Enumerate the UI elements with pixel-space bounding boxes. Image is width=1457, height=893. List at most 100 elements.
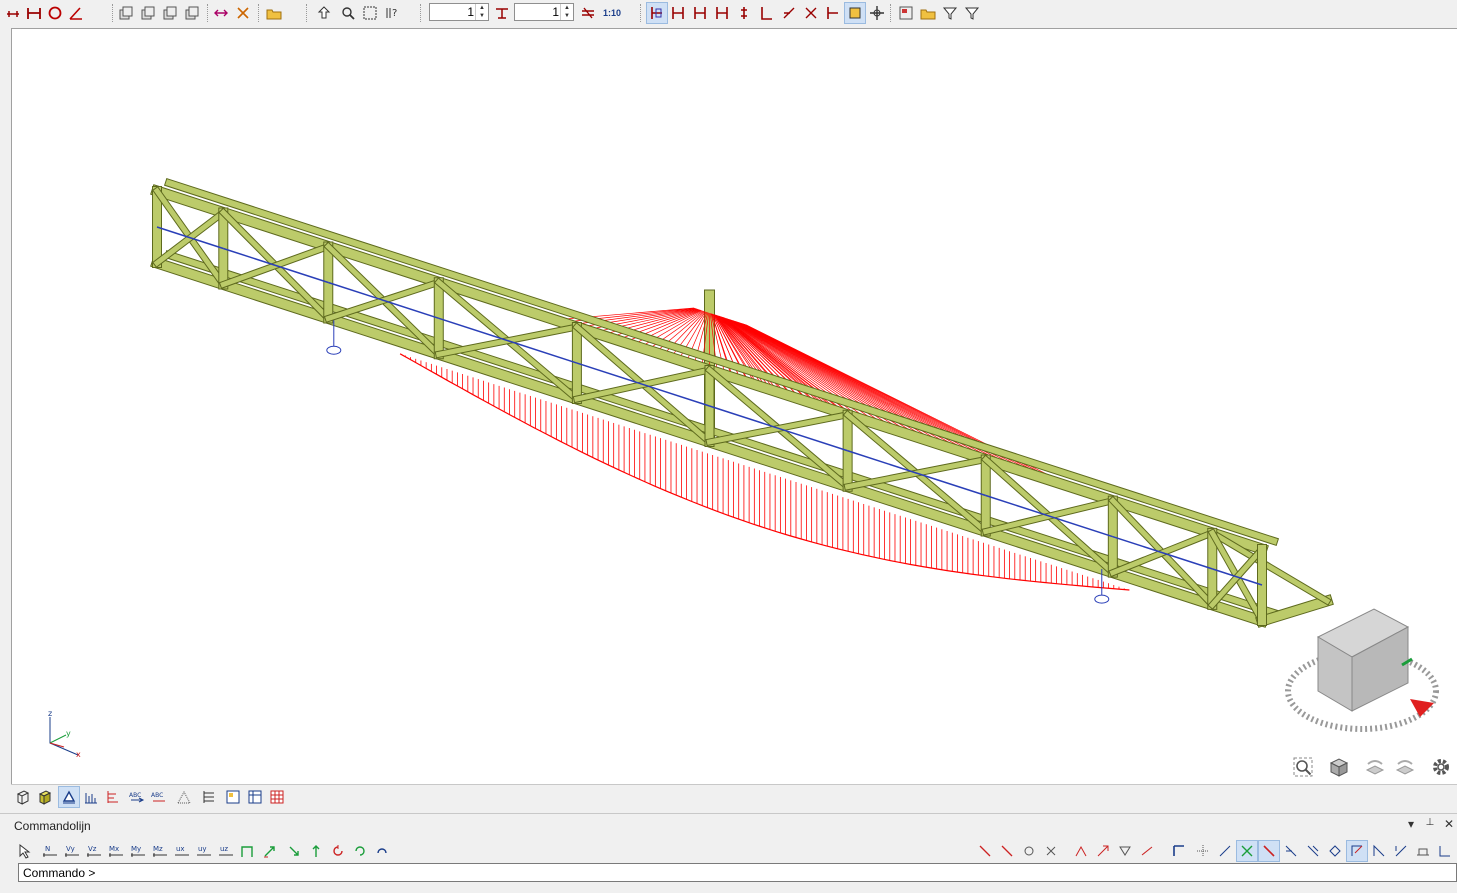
snap-icon[interactable] bbox=[1093, 841, 1113, 861]
command-line[interactable] bbox=[18, 863, 1457, 882]
help-icon[interactable]: ? bbox=[382, 3, 402, 23]
moment-icon[interactable] bbox=[372, 841, 392, 861]
cube-icon[interactable] bbox=[1326, 754, 1352, 780]
result-view-icon[interactable] bbox=[757, 3, 777, 23]
reaction-icon[interactable] bbox=[284, 841, 304, 861]
solid-icon[interactable] bbox=[35, 787, 55, 807]
report-icon[interactable] bbox=[223, 787, 243, 807]
truss-model[interactable] bbox=[12, 29, 1457, 785]
chevron-up-icon[interactable]: ▲ bbox=[560, 4, 573, 12]
move-icon[interactable] bbox=[867, 3, 887, 23]
snap-icon[interactable] bbox=[1041, 841, 1061, 861]
snap-icon[interactable] bbox=[1391, 841, 1411, 861]
snap-icon[interactable] bbox=[1236, 840, 1258, 862]
rotate-right-icon[interactable] bbox=[1392, 754, 1418, 780]
chevron-up-icon[interactable]: ▲ bbox=[475, 4, 488, 12]
result-view-icon[interactable] bbox=[779, 3, 799, 23]
open-icon[interactable] bbox=[264, 3, 284, 23]
snap-icon[interactable] bbox=[1346, 840, 1368, 862]
loads-icon[interactable] bbox=[578, 3, 598, 23]
snap-icon[interactable] bbox=[1193, 841, 1213, 861]
moment-icon[interactable] bbox=[350, 841, 370, 861]
snap-icon[interactable] bbox=[1115, 841, 1135, 861]
grid-icon[interactable] bbox=[267, 787, 287, 807]
zoom-window-icon[interactable] bbox=[338, 3, 358, 23]
result-vy-button[interactable]: Vy bbox=[62, 841, 82, 861]
snap-icon[interactable] bbox=[975, 841, 995, 861]
command-input[interactable] bbox=[19, 864, 1456, 881]
combination-stepper[interactable]: ▲ ▼ bbox=[514, 3, 574, 21]
table-icon[interactable] bbox=[199, 787, 219, 807]
copy3-icon[interactable] bbox=[160, 3, 180, 23]
reaction-icon[interactable] bbox=[260, 841, 280, 861]
result-mx-button[interactable]: Mx bbox=[106, 841, 126, 861]
snap-icon[interactable] bbox=[1281, 841, 1301, 861]
3d-viewport[interactable]: z y x bbox=[11, 28, 1457, 785]
pin-icon[interactable]: ⊥ bbox=[1422, 817, 1438, 828]
snap-icon[interactable] bbox=[997, 841, 1017, 861]
snap-icon[interactable] bbox=[1435, 841, 1455, 861]
zoom-all-icon[interactable] bbox=[360, 3, 380, 23]
moment-icon[interactable] bbox=[328, 841, 348, 861]
result-view-icon[interactable] bbox=[823, 3, 843, 23]
result-my-button[interactable]: My bbox=[128, 841, 148, 861]
result-view-icon[interactable] bbox=[734, 3, 754, 23]
select-arrow-icon[interactable] bbox=[14, 841, 34, 861]
result-vz-button[interactable]: Vz bbox=[84, 841, 104, 861]
chevron-down-icon[interactable]: ▼ bbox=[475, 12, 488, 20]
beam-icon[interactable] bbox=[24, 3, 44, 23]
snap-icon[interactable] bbox=[1369, 841, 1389, 861]
result-n-button[interactable]: N bbox=[40, 841, 60, 861]
mirror-icon[interactable] bbox=[211, 3, 231, 23]
result-view-icon[interactable] bbox=[690, 3, 710, 23]
snap-icon[interactable] bbox=[1258, 840, 1280, 862]
reaction-icon[interactable] bbox=[306, 841, 326, 861]
node-icon[interactable] bbox=[3, 3, 23, 23]
abc-labels-icon[interactable]: ABC bbox=[127, 787, 147, 807]
copy-icon[interactable] bbox=[116, 3, 136, 23]
zoom-icon[interactable] bbox=[1290, 754, 1316, 780]
view-cube[interactable] bbox=[1282, 599, 1447, 739]
close-icon[interactable]: ✕ bbox=[1441, 817, 1457, 831]
combination-icon[interactable] bbox=[492, 3, 512, 23]
supports-icon[interactable] bbox=[58, 786, 80, 808]
result-view-icon[interactable] bbox=[844, 2, 866, 24]
result-view-icon[interactable] bbox=[668, 3, 688, 23]
results-icon[interactable] bbox=[646, 2, 668, 24]
copy2-icon[interactable] bbox=[138, 3, 158, 23]
diagram-icon[interactable] bbox=[103, 787, 123, 807]
angle-icon[interactable] bbox=[66, 3, 86, 23]
load-case-stepper[interactable]: ▲ ▼ bbox=[429, 3, 489, 21]
import-icon[interactable] bbox=[314, 3, 334, 23]
wireframe-icon[interactable] bbox=[13, 787, 33, 807]
result-view-icon[interactable] bbox=[801, 3, 821, 23]
copy4-icon[interactable] bbox=[182, 3, 202, 23]
snap-icon[interactable] bbox=[1071, 841, 1091, 861]
snap-icon[interactable] bbox=[1215, 841, 1235, 861]
scale-button[interactable]: 1:10 bbox=[600, 3, 624, 23]
filter-icon[interactable] bbox=[962, 3, 982, 23]
result-mz-button[interactable]: Mz bbox=[150, 841, 170, 861]
snap-icon[interactable] bbox=[1137, 841, 1157, 861]
gear-icon[interactable] bbox=[1428, 754, 1454, 780]
scissors-icon[interactable] bbox=[233, 3, 253, 23]
snap-icon[interactable] bbox=[1169, 841, 1189, 861]
loads-view-icon[interactable] bbox=[81, 787, 101, 807]
abc-numbers-icon[interactable]: ABC bbox=[149, 787, 169, 807]
rotate-left-icon[interactable] bbox=[1362, 754, 1388, 780]
result-ux-button[interactable]: ux bbox=[172, 841, 192, 861]
layer-icon[interactable] bbox=[245, 787, 265, 807]
deformed-icon[interactable] bbox=[238, 841, 258, 861]
result-view-icon[interactable] bbox=[712, 3, 732, 23]
circle-icon[interactable] bbox=[45, 3, 65, 23]
snap-icon[interactable] bbox=[1413, 841, 1433, 861]
export-icon[interactable] bbox=[918, 3, 938, 23]
snap-icon[interactable] bbox=[1303, 841, 1323, 861]
document-icon[interactable] bbox=[896, 3, 916, 23]
chevron-down-icon[interactable]: ▼ bbox=[560, 12, 573, 20]
result-uy-button[interactable]: uy bbox=[194, 841, 214, 861]
mesh-icon[interactable] bbox=[174, 787, 194, 807]
result-uz-button[interactable]: uz bbox=[216, 841, 236, 861]
filter-icon[interactable] bbox=[940, 3, 960, 23]
snap-icon[interactable] bbox=[1019, 841, 1039, 861]
